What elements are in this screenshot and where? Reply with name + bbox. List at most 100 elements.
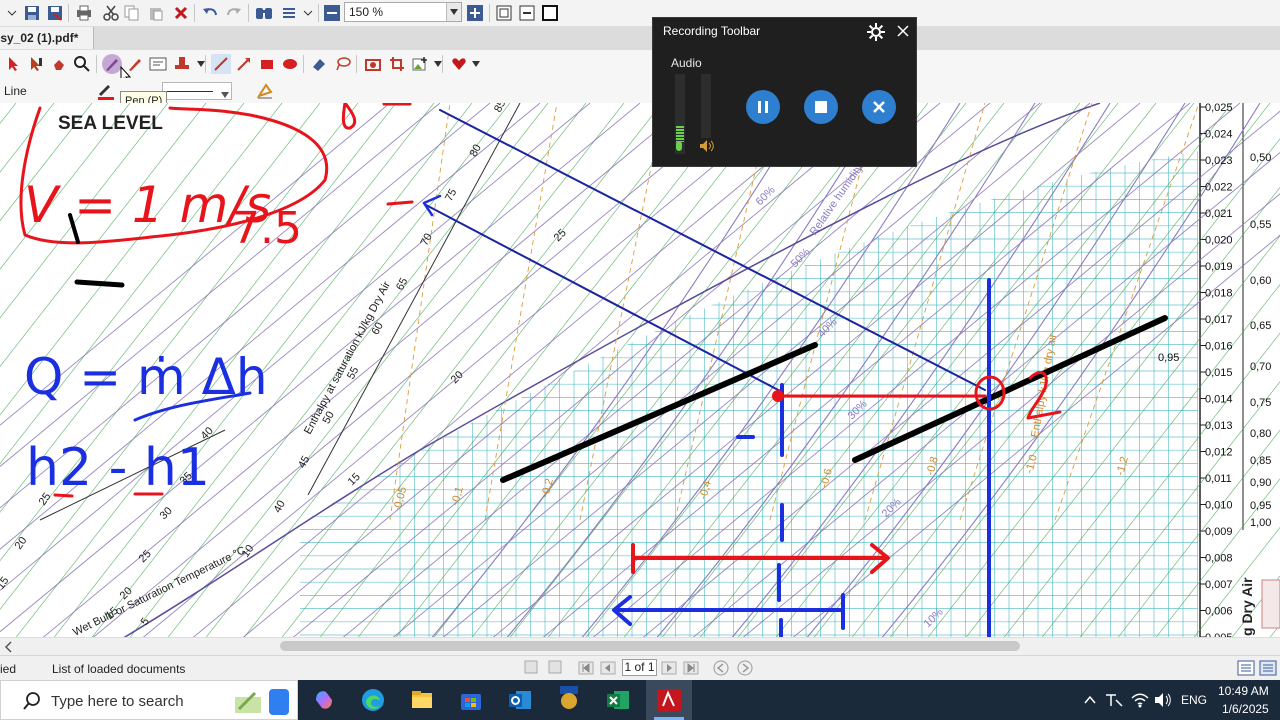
crop-icon[interactable] [387, 54, 407, 74]
wifi-icon[interactable] [1130, 692, 1150, 711]
prev-view-icon[interactable] [524, 660, 540, 677]
red-dash [386, 200, 414, 206]
volume-icon[interactable] [1154, 692, 1174, 711]
fullscreen-icon[interactable] [540, 3, 560, 23]
copilot-icon[interactable] [312, 688, 336, 715]
speaker-icon[interactable] [699, 139, 715, 156]
humidity-ratio-tick-label: 0,015 [1205, 367, 1233, 379]
redo-icon[interactable] [224, 3, 244, 23]
undo-icon[interactable] [200, 3, 220, 23]
fit-width-icon[interactable] [517, 3, 537, 23]
humidity-ratio-tick-label: 0,017 [1205, 314, 1233, 326]
recording-toolbar[interactable]: Recording Toolbar Audio [652, 17, 917, 167]
eraser-icon[interactable] [309, 54, 329, 74]
arrow-tool-icon[interactable] [234, 54, 254, 74]
find-icon[interactable] [254, 3, 274, 23]
document-tab[interactable]: psy_02 (1).pdf* [0, 27, 94, 49]
zoom-in-icon[interactable] [465, 3, 485, 23]
first-page-icon[interactable] [578, 661, 594, 678]
edge-browser-icon[interactable] [361, 688, 385, 715]
copy-icon[interactable] [122, 3, 142, 23]
line-style-select[interactable] [162, 82, 232, 100]
hand-icon[interactable] [49, 54, 69, 74]
add-image-icon[interactable] [410, 54, 430, 74]
forward-icon[interactable] [737, 660, 753, 679]
clock-date[interactable]: 1/6/2025 [1222, 702, 1269, 716]
search-placeholder: Type here to search [51, 693, 184, 710]
close-icon[interactable] [896, 24, 910, 41]
last-page-icon[interactable] [683, 661, 699, 678]
input-method-icon[interactable] [1104, 692, 1124, 711]
pdf-viewer-taskbar-button[interactable] [646, 680, 692, 720]
humidity-ratio-tick-label: 0,007 [1205, 579, 1233, 591]
delete-icon[interactable] [171, 3, 191, 23]
text-box-icon[interactable] [148, 54, 168, 74]
file-explorer-icon[interactable] [410, 688, 434, 715]
options-dropdown-icon[interactable] [298, 3, 318, 23]
favorite-dropdown-icon[interactable] [466, 54, 486, 74]
line-color-icon[interactable] [96, 82, 116, 103]
print-icon[interactable] [74, 3, 94, 23]
previous-page-icon[interactable] [600, 661, 616, 678]
rectangle-tool-icon[interactable] [257, 54, 277, 74]
page-number-field[interactable]: 1 of 1 [622, 659, 657, 676]
continuous-view-icon[interactable] [1259, 660, 1277, 679]
gear-icon[interactable] [867, 23, 885, 44]
clock-time[interactable]: 10:49 AM [1218, 684, 1269, 698]
cut-icon[interactable] [101, 3, 121, 23]
search-icon [23, 692, 41, 713]
zoom-combobox[interactable]: 150 % [344, 2, 462, 22]
document-view[interactable]: 0,025 0,024 0,023 0,022 0,021 0,020 0,019 0,018… [0, 103, 1280, 637]
humidity-ratio-tick-label: 0,016 [1205, 341, 1233, 353]
stamp-dropdown-icon[interactable] [191, 54, 211, 74]
cancel-recording-button[interactable] [862, 90, 896, 124]
shr-label: -0,1 [449, 485, 466, 506]
open-dropdown-icon[interactable] [2, 3, 22, 23]
pdf-viewer-icon [656, 688, 682, 715]
microphone-icon [673, 140, 685, 157]
humidity-ratio-tick-label: 0,023 [1205, 155, 1233, 167]
zoom-tool-icon[interactable] [72, 54, 92, 74]
taskbar-search-box[interactable]: Type here to search [0, 680, 298, 720]
right-scale-tick-label: 0,95 [1250, 500, 1271, 512]
scroll-left-icon[interactable] [4, 641, 12, 656]
outlook-icon[interactable] [508, 688, 532, 715]
clear-style-icon[interactable] [256, 82, 274, 103]
zoom-out-icon[interactable] [322, 3, 342, 23]
lasso-icon[interactable] [333, 54, 353, 74]
excel-icon[interactable] [606, 688, 630, 715]
right-scale-tick-label: 0,75 [1250, 397, 1271, 409]
red-underline-1 [53, 493, 74, 498]
save-icon[interactable] [22, 3, 42, 23]
black-process-line-2 [852, 315, 1168, 463]
loaded-documents-link[interactable]: List of loaded documents [52, 662, 185, 676]
horizontal-scroll-thumb[interactable] [280, 641, 1020, 651]
audio-label: Audio [671, 56, 702, 70]
stamp-icon[interactable] [172, 54, 192, 74]
black-underline [74, 279, 125, 288]
single-page-view-icon[interactable] [1237, 660, 1255, 679]
snapshot-icon[interactable] [363, 54, 383, 74]
fit-page-icon[interactable] [494, 3, 514, 23]
select-arrow-icon[interactable] [3, 54, 23, 74]
microsoft-store-icon[interactable] [459, 688, 483, 715]
back-icon[interactable] [713, 660, 729, 679]
language-indicator[interactable]: ENG [1181, 693, 1207, 707]
line-tool-icon[interactable] [211, 54, 231, 74]
pause-recording-button[interactable] [746, 90, 780, 124]
main-toolbar: 150 % [0, 0, 1280, 27]
paste-icon[interactable] [146, 3, 166, 23]
save-as-icon[interactable] [45, 3, 65, 23]
options-icon[interactable] [280, 3, 300, 23]
add-image-dropdown-icon[interactable] [428, 54, 448, 74]
next-page-icon[interactable] [661, 661, 677, 678]
chevron-down-icon[interactable] [446, 3, 461, 21]
select-text-icon[interactable] [26, 54, 46, 74]
ellipse-tool-icon[interactable] [280, 54, 300, 74]
app-badge-icon[interactable] [557, 686, 581, 715]
margin-note [1261, 579, 1280, 629]
pen-tool-icon[interactable] [102, 54, 122, 74]
next-view-icon[interactable] [548, 660, 564, 677]
show-hidden-icons-icon[interactable] [1084, 694, 1096, 708]
stop-recording-button[interactable] [804, 90, 838, 124]
